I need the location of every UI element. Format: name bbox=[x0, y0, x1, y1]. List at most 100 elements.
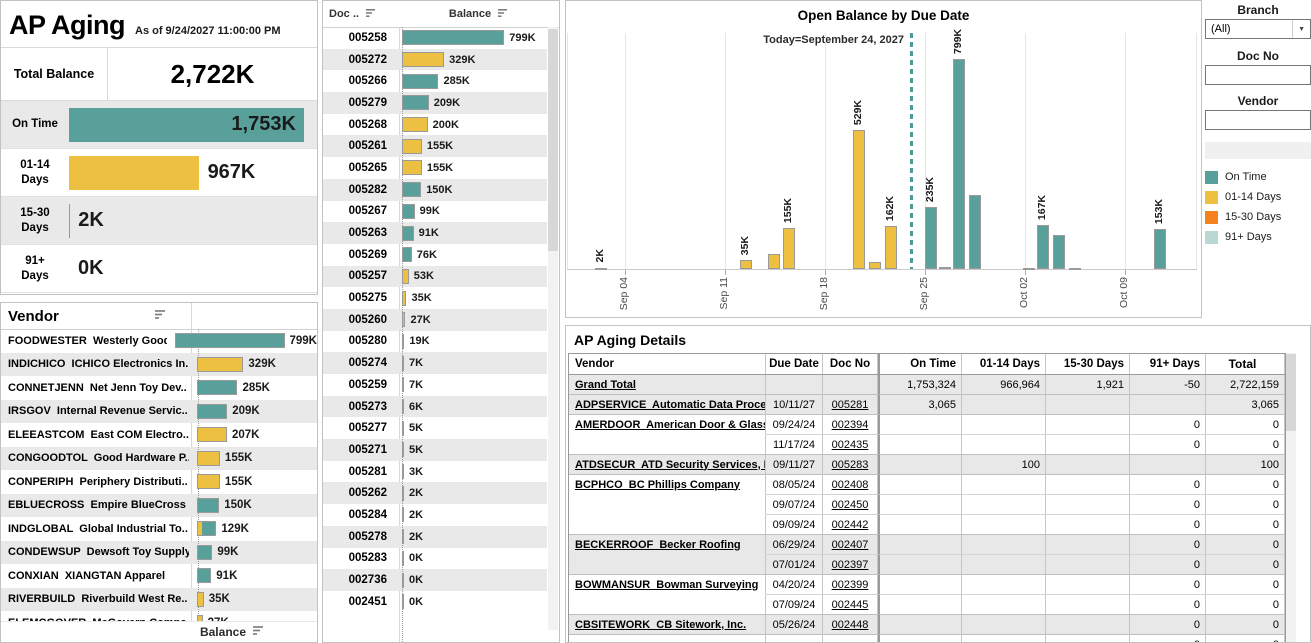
doc-balance-bar[interactable] bbox=[402, 30, 504, 45]
vendor-cell[interactable]: BECKERROOF Becker Roofing bbox=[569, 535, 766, 555]
due-date-bar[interactable] bbox=[969, 195, 981, 269]
doc-no-cell-text[interactable]: 002399 bbox=[832, 579, 869, 591]
doc-balance-bar[interactable] bbox=[402, 464, 404, 479]
doc-no-cell-text[interactable]: 002408 bbox=[832, 479, 869, 491]
vendor-list-item[interactable]: IRSGOV Internal Revenue Servic..209K bbox=[1, 400, 317, 424]
doc-list-item[interactable]: 005268200K bbox=[323, 114, 547, 136]
doc-list-item[interactable]: 005279209K bbox=[323, 92, 547, 114]
doc-list-item[interactable]: 0052736K bbox=[323, 396, 547, 418]
doc-no-cell-text[interactable]: 002397 bbox=[832, 559, 869, 571]
due-date-bar[interactable] bbox=[1069, 268, 1081, 270]
legend-item[interactable]: 91+ Days bbox=[1205, 227, 1311, 247]
legend-item[interactable]: On Time bbox=[1205, 167, 1311, 187]
vendor-list-item[interactable]: CONXIAN XIANGTAN Apparel91K bbox=[1, 564, 317, 588]
details-column-header[interactable]: 01-14 Days bbox=[962, 354, 1046, 374]
doc-no-cell[interactable]: 002397 bbox=[823, 555, 878, 575]
doc-list-item[interactable]: 0052842K bbox=[323, 504, 547, 526]
vendor-cell-text[interactable]: CBSITEWORK CB Sitework, Inc. bbox=[575, 619, 746, 631]
vendor-cell-text[interactable]: BOWMANSUR Bowman Surveying bbox=[575, 579, 758, 591]
sort-icon[interactable] bbox=[497, 8, 509, 21]
doc-list-item[interactable]: 0052813K bbox=[323, 461, 547, 483]
doc-no-cell[interactable]: 002435 bbox=[823, 435, 878, 455]
vendor-cell-text[interactable]: AMERDOOR American Door & Glass bbox=[575, 419, 766, 431]
vendor-list-item[interactable]: INDGLOBAL Global Industrial To..129K bbox=[1, 517, 317, 541]
doc-list-item[interactable]: 00525753K bbox=[323, 266, 547, 288]
doc-list-item[interactable]: 00526976K bbox=[323, 244, 547, 266]
doc-list-item[interactable]: 005258799K bbox=[323, 27, 547, 49]
doc-balance-bar[interactable] bbox=[402, 247, 412, 262]
due-date-bar[interactable] bbox=[853, 130, 865, 269]
doc-no-cell-text[interactable]: 002407 bbox=[832, 539, 869, 551]
doc-balance-bar[interactable] bbox=[402, 594, 404, 609]
doc-balance-bar[interactable] bbox=[402, 399, 404, 414]
doc-no-cell-text[interactable]: 005283 bbox=[832, 459, 869, 471]
doc-no-cell[interactable]: 002399 bbox=[823, 575, 878, 595]
doc-balance-bar[interactable] bbox=[402, 356, 404, 371]
doc-balance-bar[interactable] bbox=[402, 226, 414, 241]
sort-icon[interactable] bbox=[154, 307, 167, 325]
vendor-cell[interactable]: Grand Total bbox=[569, 375, 766, 395]
doc-balance-bar[interactable] bbox=[402, 74, 438, 89]
doc-no-cell[interactable]: 002442 bbox=[823, 515, 878, 535]
legend-item[interactable]: 15-30 Days bbox=[1205, 207, 1311, 227]
vendor-balance-bar[interactable] bbox=[197, 474, 220, 489]
due-date-bar[interactable] bbox=[740, 260, 752, 269]
vendor-cell-text[interactable]: ADPSERVICE Automatic Data Proce.. bbox=[575, 399, 766, 411]
details-column-header[interactable]: Vendor bbox=[569, 354, 766, 374]
doc-scrollbar[interactable] bbox=[547, 27, 559, 630]
doc-balance-bar[interactable] bbox=[402, 95, 429, 110]
vendor-cell[interactable]: CBSITEWORK CB Sitework, Inc. bbox=[569, 615, 766, 635]
doc-balance-bar[interactable] bbox=[402, 551, 404, 566]
vendor-cell[interactable]: AMERDOOR American Door & Glass bbox=[569, 415, 766, 435]
vendor-balance-bar[interactable] bbox=[197, 568, 211, 583]
branch-dropdown[interactable]: (All) ▼ bbox=[1205, 19, 1311, 39]
vendor-list-item[interactable]: CONNETJENN Net Jenn Toy Dev..285K bbox=[1, 376, 317, 400]
doc-no-cell-text[interactable]: 002448 bbox=[832, 619, 869, 631]
vendor-balance-bar[interactable] bbox=[197, 357, 243, 372]
doc-no-cell-text[interactable]: 002435 bbox=[832, 439, 869, 451]
doc-list-item[interactable]: 0052715K bbox=[323, 439, 547, 461]
doc-balance-bar[interactable] bbox=[402, 377, 404, 392]
vendor-list-item[interactable]: RIVERBUILD Riverbuild West Re..35K bbox=[1, 588, 317, 612]
doc-no-cell[interactable]: 005283 bbox=[823, 455, 878, 475]
vendor-list-item[interactable]: INDICHICO ICHICO Electronics In..329K bbox=[1, 353, 317, 377]
due-date-bar[interactable] bbox=[768, 254, 780, 269]
doc-list-item[interactable]: 005266285K bbox=[323, 70, 547, 92]
doc-no-cell[interactable]: 002394 bbox=[823, 415, 878, 435]
doc-no-cell[interactable]: 002450 bbox=[823, 495, 878, 515]
doc-list-item[interactable]: 00528019K bbox=[323, 331, 547, 353]
details-column-header[interactable]: Due Date bbox=[766, 354, 823, 374]
doc-no-cell-text[interactable]: 002442 bbox=[832, 519, 869, 531]
vendor-balance-bar[interactable] bbox=[197, 427, 227, 442]
doc-list-item[interactable]: 005272329K bbox=[323, 49, 547, 71]
vendor-balance-bar[interactable] bbox=[175, 333, 285, 348]
doc-list-item[interactable]: 0052597K bbox=[323, 374, 547, 396]
doc-balance-bar[interactable] bbox=[402, 139, 422, 154]
due-date-bar[interactable] bbox=[953, 59, 965, 269]
chevron-down-icon[interactable]: ▼ bbox=[1292, 20, 1310, 38]
doc-balance-bar[interactable] bbox=[402, 507, 404, 522]
vendor-list-item[interactable]: EBLUECROSS Empire BlueCross ..150K bbox=[1, 494, 317, 518]
today-reference-line[interactable] bbox=[910, 33, 913, 269]
vendor-cell[interactable]: ADPSERVICE Automatic Data Proce.. bbox=[569, 395, 766, 415]
doc-list-item[interactable]: 00527535K bbox=[323, 287, 547, 309]
vendor-list-item[interactable]: FOODWESTER Westerly Good F..799K bbox=[1, 329, 317, 353]
vendor-list-item[interactable]: CONDEWSUP Dewsoft Toy Supply99K bbox=[1, 541, 317, 565]
aging-bucket-bar[interactable] bbox=[69, 156, 199, 190]
vendor-balance-bar[interactable] bbox=[197, 521, 216, 536]
details-scrollbar[interactable] bbox=[1285, 353, 1297, 642]
doc-list-item[interactable]: 005261155K bbox=[323, 135, 547, 157]
vendor-list-item[interactable]: CONPERIPH Periphery Distributi..155K bbox=[1, 470, 317, 494]
doc-balance-bar[interactable] bbox=[402, 573, 404, 588]
doc-balance-bar[interactable] bbox=[402, 269, 409, 284]
aging-bucket-bar[interactable]: 1,753K bbox=[69, 108, 304, 142]
doc-list-item[interactable]: 0052782K bbox=[323, 526, 547, 548]
doc-list-item[interactable]: 0052775K bbox=[323, 417, 547, 439]
doc-no-cell[interactable]: 002407 bbox=[823, 535, 878, 555]
scrollbar-thumb[interactable] bbox=[1286, 354, 1296, 431]
vendor-cell-text[interactable]: BECKERROOF Becker Roofing bbox=[575, 539, 741, 551]
doc-list-item[interactable]: 0052830K bbox=[323, 548, 547, 570]
vendor-balance-bar[interactable] bbox=[197, 592, 204, 607]
due-date-bar[interactable] bbox=[885, 226, 897, 269]
due-date-bar[interactable] bbox=[1154, 229, 1166, 269]
